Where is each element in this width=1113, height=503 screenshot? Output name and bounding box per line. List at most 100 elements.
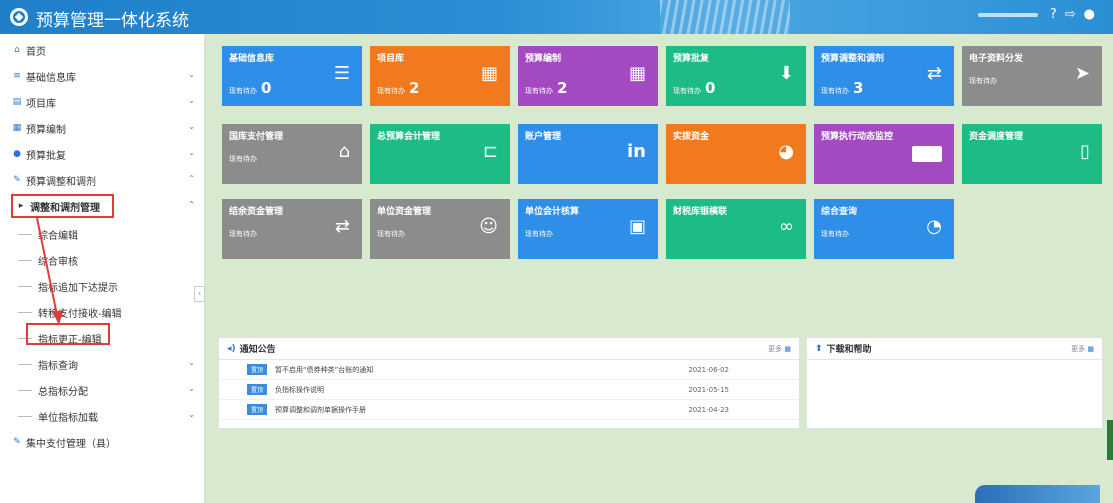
notice-more-link[interactable]: 更多 ▦ [768,344,791,354]
sidebar-item-alloc[interactable]: 总指标分配 ⌄ [0,378,205,402]
tile-dispatch[interactable]: 资金调度管理 ▯ [962,124,1102,184]
tile-bank-link[interactable]: 财税库银横联 ∞ [666,199,806,259]
building-icon: ▦ [480,63,498,84]
tile-pending: 现有待办 [229,229,257,239]
transfer-icon: ⇄ [926,63,942,84]
logo-icon [10,8,28,26]
tile-pending-label: 现有待办 [673,87,701,95]
tile-project[interactable]: 项目库 现有待办 2 ▦ [370,46,510,106]
sidebar-item-project[interactable]: ▤ 项目库 ⌄ [0,90,205,114]
table-icon: ▦ [628,63,646,84]
tile-title: 国库支付管理 [229,132,284,142]
tile-accounting[interactable]: 总预算会计管理 ⊏ [370,124,510,184]
download-header: ⬆ 下载和帮助 更多 ▦ [807,338,1102,360]
circle-icon: ● [13,149,21,159]
tile-account[interactable]: 账户管理 in [518,124,658,184]
logout-icon[interactable]: ⇨ [1065,7,1076,22]
download-title: 下载和帮助 [826,345,872,355]
sidebar-item-unit[interactable]: 单位指标加载 ⌄ [0,404,205,428]
sidebar-label: 总指标分配 [38,386,88,398]
sidebar-label: 首页 [26,46,46,58]
tile-surplus[interactable]: 结余资金管理 现有待办 ⇄ [222,199,362,259]
tile-pending: 现有待办 0 [229,79,271,97]
side-widget[interactable] [1107,420,1113,460]
chevron-down-icon: ⌄ [188,122,195,131]
sidebar-item-compile[interactable]: ▦ 预算编制 ⌄ [0,116,205,140]
tile-funds[interactable]: 实拨资金 ◕ [666,124,806,184]
collapse-sidebar-button[interactable]: ‹ [194,286,205,302]
person-icon: ☺ [479,216,498,237]
tile-basic[interactable]: 基础信息库 现有待办 0 ☰ [222,46,362,106]
top-header: 预算管理一体化系统 ? ⇨ ● [0,0,1113,34]
tile-title: 资金调度管理 [969,132,1024,142]
tile-query[interactable]: 综合查询 现有待办 ◔ [814,199,954,259]
download-icon: ⬆ [815,343,823,354]
tile-pending: 现有待办 [821,229,849,239]
corner-decoration [975,485,1100,503]
briefcase-icon: ▣ [628,216,646,237]
notice-date: 2021-04-23 [688,405,729,414]
tile-unit-accounting[interactable]: 单位会计核算 现有待办 ▣ [518,199,658,259]
sidebar-item-adjust[interactable]: ✎ 预算调整和调剂 ⌃ [0,168,205,192]
sidebar-item-central[interactable]: ✎ 集中支付管理（县） [0,430,205,454]
tile-pending-label: 现有待办 [377,230,405,238]
tile-count: 2 [409,79,420,97]
notice-text: 暂不启用“债券种类”台账的通知 [275,365,374,374]
more-label: 更多 [1071,344,1086,353]
sidebar-item-query[interactable]: 指标查询 ⌄ [0,352,205,376]
tile-adjust[interactable]: 预算调整和调剂 现有待办 3 ⇄ [814,46,954,106]
database-icon: ≡ [13,71,21,81]
header-decoration [660,0,790,34]
notice-row[interactable]: 置顶 负指标操作说明 2021-05-15 [219,380,799,400]
tile-pending: 现有待办 [229,154,257,164]
sidebar-item-basic[interactable]: ≡ 基础信息库 ⌄ [0,64,205,88]
app-title: 预算管理一体化系统 [36,11,189,31]
chevron-down-icon: ⌄ [188,70,195,79]
grid-icon: ▦ [784,344,791,353]
download-panel: ⬆ 下载和帮助 更多 ▦ [806,337,1103,429]
tile-pending-label: 现有待办 [969,77,997,85]
tile-pending-label: 现有待办 [377,87,405,95]
sidebar-label: 预算批复 [26,150,66,162]
user-info-blurred [977,12,1038,17]
sidebar-item-home[interactable]: ⌂ 首页 [0,38,205,62]
user-icon[interactable]: ● [1084,7,1095,22]
edit-icon: ✎ [13,437,21,447]
tile-compile[interactable]: 预算编制 现有待办 2 ▦ [518,46,658,106]
link-icon: ∞ [779,216,794,237]
tile-pending-label: 现有待办 [821,230,849,238]
bank-icon: ⌂ [338,141,350,162]
pie-icon: ◔ [926,216,942,237]
speaker-icon: ◂) [227,343,236,354]
tile-docs[interactable]: 电子资料分发 现有待办 ➤ [962,46,1102,106]
download-more-link[interactable]: 更多 ▦ [1071,344,1094,354]
chevron-down-icon: ⌄ [188,96,195,105]
notice-row[interactable]: 置顶 暂不启用“债券种类”台账的通知 2021-06-02 [219,360,799,380]
more-label: 更多 [768,344,783,353]
pin-badge: 置顶 [247,364,268,375]
notice-row[interactable]: 置顶 预算调整和调剂单据操作手册 2021-04-23 [219,400,799,420]
gauge-icon: ◕ [778,141,794,162]
notice-text: 预算调整和调剂单据操作手册 [275,405,367,414]
tile-pending-label: 现有待办 [229,230,257,238]
tile-pending-label: 现有待办 [525,230,553,238]
tile-treasury[interactable]: 国库支付管理 现有待办 ⌂ [222,124,362,184]
tile-title: 预算执行动态监控 [821,132,894,142]
tile-unit-funds[interactable]: 单位资金管理 现有待办 ☺ [370,199,510,259]
sidebar-item-approve[interactable]: ● 预算批复 ⌄ [0,142,205,166]
help-icon[interactable]: ? [1050,7,1057,22]
tile-pending-label: 现有待办 [229,155,257,163]
project-icon: ▤ [12,97,22,107]
tile-approve[interactable]: 预算批复 现有待办 0 ⬇ [666,46,806,106]
database-icon: ☰ [333,63,350,84]
notice-title: 通知公告 [239,345,276,355]
notice-date: 2021-06-02 [688,365,729,374]
tile-monitor[interactable]: 预算执行动态监控 [814,124,954,184]
sidebar-label: 指标查询 [38,360,78,372]
tile-pending-label: 现有待办 [821,87,849,95]
tile-pending: 现有待办 [525,229,553,239]
tile-pending: 现有待办 0 [673,79,715,97]
tile-pending: 现有待办 3 [821,79,863,97]
sidebar-label: 基础信息库 [26,72,76,84]
notice-date: 2021-05-15 [688,385,729,394]
